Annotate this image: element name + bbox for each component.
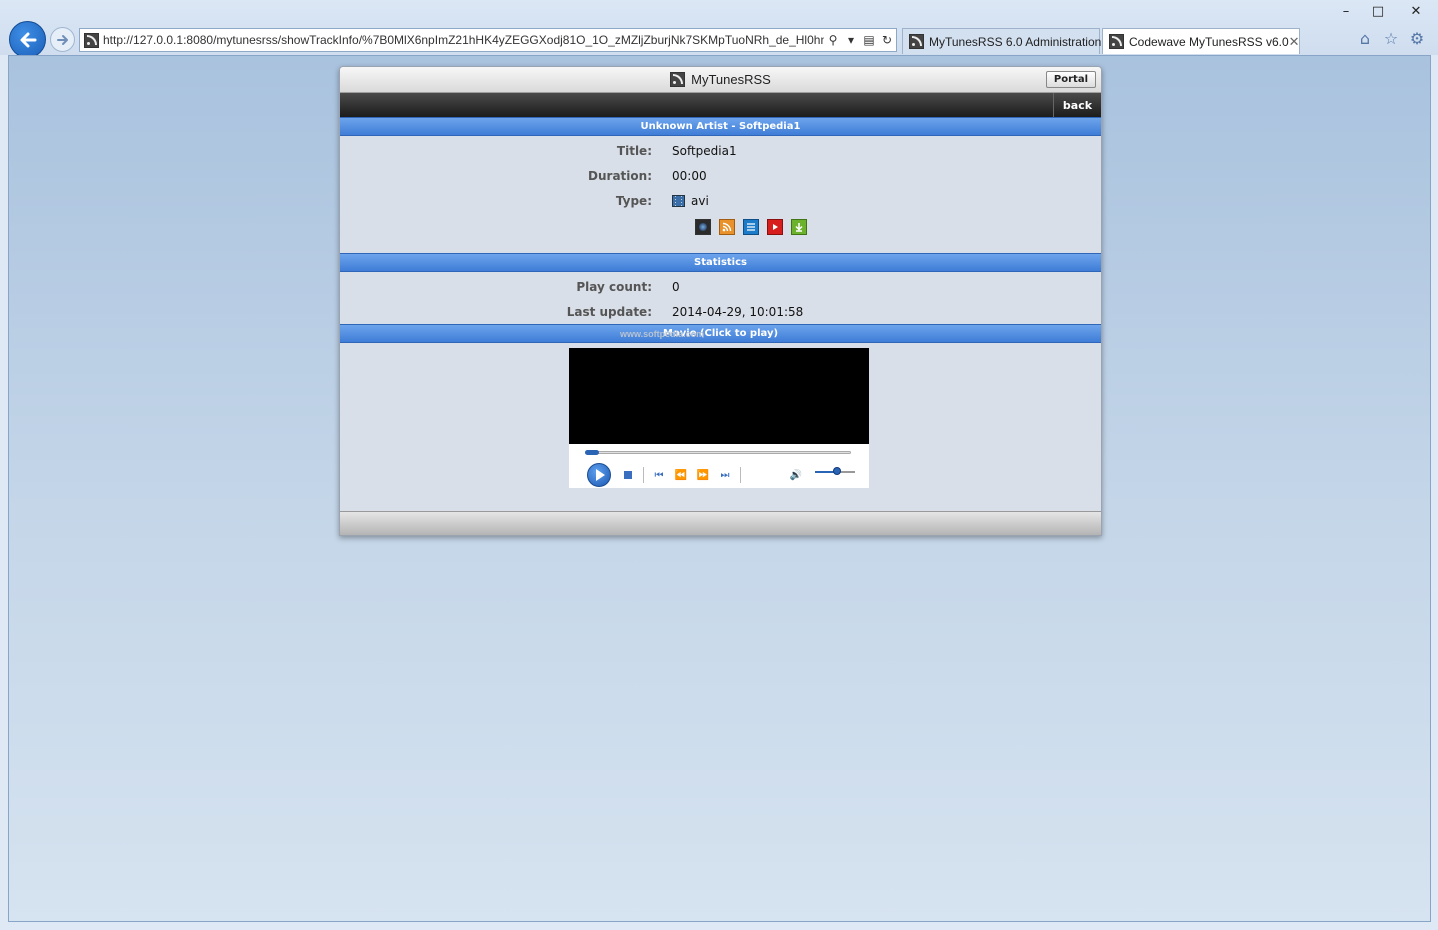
page-header: MyTunesRSS Portal (340, 67, 1101, 93)
play-count-value: 0 (672, 279, 680, 294)
mytunesrss-page: MyTunesRSS Portal back Unknown Artist - … (339, 66, 1102, 536)
seek-bar[interactable] (585, 451, 851, 454)
info-row-type: Type: avi (340, 188, 1101, 213)
track-info: Title: Softpedia1 Duration: 00:00 Type: … (340, 136, 1101, 213)
play-icon[interactable] (695, 219, 711, 235)
next-track-icon[interactable]: ⏭ (714, 467, 736, 483)
home-icon[interactable]: ⌂ (1356, 29, 1374, 48)
browser-toolbar-icons: ⌂ ☆ ⚙ (1356, 29, 1426, 48)
type-text: avi (691, 193, 709, 208)
back-link[interactable]: back (1053, 93, 1101, 117)
watermark: www.softpedia.com (620, 329, 705, 339)
gear-icon[interactable]: ⚙ (1408, 29, 1426, 48)
video-play-icon[interactable] (767, 219, 783, 235)
forward-arrow-icon (56, 34, 68, 45)
playlist-icon[interactable] (743, 219, 759, 235)
back-button[interactable] (9, 21, 46, 58)
volume-knob[interactable] (833, 467, 841, 475)
tab-codewave[interactable]: Codewave MyTunesRSS v6.0 ✕ (1102, 28, 1300, 54)
separator (643, 467, 644, 483)
rss-logo-icon (670, 72, 686, 87)
browser-chrome: – □ ✕ http://127.0.0.1:8080/mytunesrss/s… (0, 0, 1438, 58)
track-header: Unknown Artist - Softpedia1 (340, 117, 1101, 136)
last-update-value: 2014-04-29, 10:01:58 (672, 304, 804, 319)
address-bar[interactable]: http://127.0.0.1:8080/mytunesrss/showTra… (79, 28, 897, 52)
rewind-icon[interactable]: ⏪ (670, 467, 692, 483)
statistics-header: Statistics (340, 253, 1101, 272)
compatibility-icon[interactable]: ▤ (860, 29, 878, 51)
separator (740, 467, 741, 483)
title-label: Title: (616, 143, 652, 158)
stat-row-last-update: Last update: 2014-04-29, 10:01:58 (340, 299, 1101, 324)
previous-track-icon[interactable]: ⏮ (648, 467, 670, 483)
control-buttons: ⏮ ⏪ ⏩ ⏭ 🔊 (587, 463, 807, 487)
search-icon[interactable]: ⚲ (824, 29, 842, 51)
maximize-button[interactable]: □ (1362, 0, 1394, 22)
fast-forward-icon[interactable]: ⏩ (692, 467, 714, 483)
player-controls: ⏮ ⏪ ⏩ ⏭ 🔊 (569, 444, 869, 488)
tab-close-icon[interactable]: ✕ (1289, 34, 1300, 50)
back-arrow-icon (20, 32, 36, 47)
statistics: Play count: 0 Last update: 2014-04-29, 1… (340, 272, 1101, 324)
tab-label: MyTunesRSS 6.0 Administration (929, 34, 1102, 49)
title-value: Softpedia1 (672, 143, 737, 158)
info-row-duration: Duration: 00:00 (340, 163, 1101, 188)
minimize-button[interactable]: – (1330, 0, 1362, 22)
portal-button[interactable]: Portal (1045, 71, 1096, 88)
track-actions (340, 213, 1101, 241)
window-controls: – □ ✕ (1330, 0, 1438, 24)
movie-header[interactable]: www.softpedia.com Movie (Click to play) (340, 324, 1101, 343)
dropdown-icon[interactable]: ▾ (842, 29, 860, 51)
last-update-label: Last update: (566, 304, 652, 319)
stop-icon[interactable] (617, 467, 639, 483)
movie-player: ⏮ ⏪ ⏩ ⏭ 🔊 (340, 343, 1101, 497)
page-viewport: MyTunesRSS Portal back Unknown Artist - … (8, 55, 1431, 922)
refresh-icon[interactable]: ↻ (878, 29, 896, 51)
play-button[interactable] (587, 463, 611, 487)
stat-row-play-count: Play count: 0 (340, 274, 1101, 299)
download-icon[interactable] (791, 219, 807, 235)
site-title-text: MyTunesRSS (691, 72, 771, 87)
star-icon[interactable]: ☆ (1382, 29, 1400, 48)
type-value: avi (672, 194, 709, 208)
duration-value: 00:00 (672, 168, 707, 183)
rss-feed-icon[interactable] (719, 219, 735, 235)
play-count-label: Play count: (576, 279, 652, 294)
forward-button[interactable] (50, 27, 75, 52)
seek-progress[interactable] (585, 450, 599, 455)
info-row-title: Title: Softpedia1 (340, 138, 1101, 163)
tab-label: Codewave MyTunesRSS v6.0 (1129, 34, 1289, 49)
page-footer (340, 511, 1101, 535)
duration-label: Duration: (588, 168, 652, 183)
rss-icon (909, 34, 924, 49)
tab-admin[interactable]: MyTunesRSS 6.0 Administration (902, 28, 1102, 54)
rss-site-icon (84, 32, 99, 48)
video-screen[interactable] (569, 348, 869, 444)
site-title: MyTunesRSS (670, 72, 771, 87)
volume-icon[interactable]: 🔊 (785, 467, 807, 483)
rss-icon (1109, 34, 1124, 49)
address-input[interactable]: http://127.0.0.1:8080/mytunesrss/showTra… (99, 33, 824, 47)
type-label: Type: (615, 193, 652, 208)
nav-bar: back (340, 93, 1101, 117)
film-icon (672, 194, 685, 207)
close-window-button[interactable]: ✕ (1394, 0, 1438, 22)
